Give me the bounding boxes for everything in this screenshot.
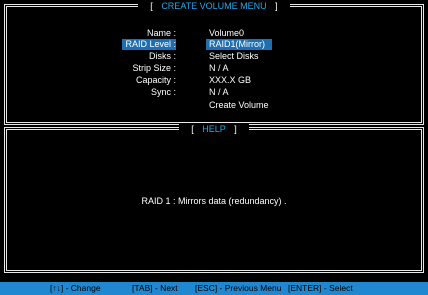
field-capacity-row[interactable]: Capacity : XXX.X GB (0, 75, 428, 86)
create-volume-row[interactable]: Create Volume (0, 100, 428, 111)
status-previous-hint: [ESC] - Previous Menu (195, 283, 282, 293)
status-change-hint: [↑↓] - Change (50, 283, 101, 293)
help-title: [ HELP ] (7, 123, 421, 135)
field-sync-row[interactable]: Sync : N / A (0, 87, 428, 98)
status-select-hint: [ENTER] - Select (288, 283, 353, 293)
field-name-label: Name : (146, 28, 176, 38)
field-disks-value[interactable]: Select Disks (209, 51, 259, 62)
status-bar: [↑↓] - Change [TAB] - Next [ESC] - Previ… (0, 282, 428, 295)
field-sync-value[interactable]: N / A (209, 87, 229, 98)
field-name-value[interactable]: Volume0 (209, 28, 244, 39)
field-sync-label: Sync : (150, 87, 176, 97)
field-capacity-label: Capacity : (135, 75, 176, 85)
field-disks-label: Disks : (149, 51, 176, 61)
help-text: RAID 1 : Mirrors data (redundancy) . (141, 196, 287, 206)
create-volume-button[interactable]: Create Volume (209, 100, 269, 111)
field-raid-level-row[interactable]: RAID Level : RAID1(Mirror) (0, 39, 428, 50)
field-strip-size-label: Strip Size : (132, 63, 176, 73)
field-raid-level-value[interactable]: RAID1(Mirror) (206, 39, 272, 50)
create-volume-title-text: CREATE VOLUME MENU (161, 1, 267, 11)
field-disks-row[interactable]: Disks : Select Disks (0, 51, 428, 62)
field-capacity-value[interactable]: XXX.X GB (209, 75, 251, 86)
create-volume-title: [ CREATE VOLUME MENU ] (7, 0, 421, 12)
status-next-hint: [TAB] - Next (132, 283, 178, 293)
field-strip-size-row[interactable]: Strip Size : N / A (0, 63, 428, 74)
field-strip-size-value[interactable]: N / A (209, 63, 229, 74)
help-panel: [ HELP ] RAID 1 : Mirrors data (redundan… (4, 124, 424, 273)
field-name-row[interactable]: Name : Volume0 (0, 28, 428, 39)
help-title-text: HELP (202, 124, 226, 134)
field-raid-level-label: RAID Level : (122, 39, 176, 50)
